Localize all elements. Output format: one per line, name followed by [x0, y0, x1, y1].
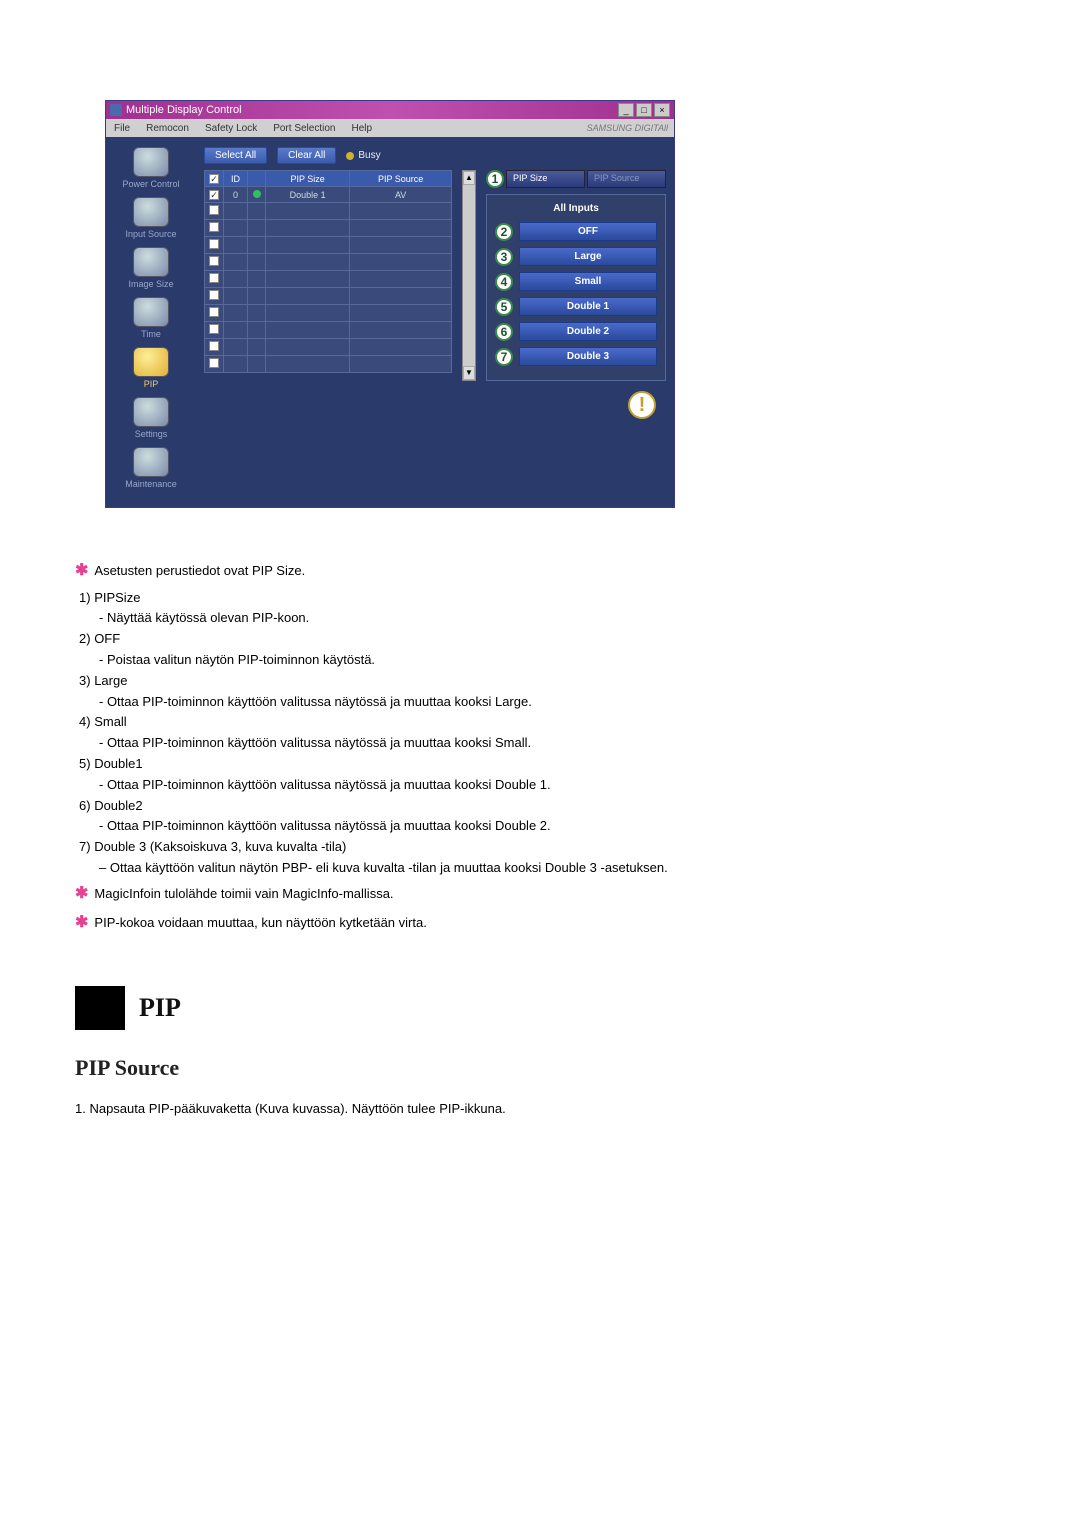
table-row[interactable]: [205, 203, 452, 220]
minimize-button[interactable]: _: [618, 103, 634, 117]
row-checkbox[interactable]: [209, 205, 219, 215]
sidebar: Power Control Input Source Image Size Ti…: [106, 137, 196, 507]
menubar: File Remocon Safety Lock Port Selection …: [106, 119, 674, 137]
option-off-button[interactable]: OFF: [519, 222, 657, 241]
table-row[interactable]: [205, 271, 452, 288]
option-double1-button[interactable]: Double 1: [519, 297, 657, 316]
callout-badge: 7: [495, 348, 513, 366]
busy-indicator: Busy: [346, 150, 380, 161]
header-checkbox[interactable]: [209, 174, 219, 184]
document-text: ✱Asetusten perustiedot ovat PIP Size. 1)…: [75, 558, 1005, 1120]
callout-badge: 3: [495, 248, 513, 266]
close-button[interactable]: ×: [654, 103, 670, 117]
warning-icon: !: [628, 391, 656, 419]
col-id: ID: [224, 171, 248, 187]
panel-header: All Inputs: [495, 203, 657, 214]
callout-badge-1: 1: [486, 170, 504, 188]
sidebar-item-pip[interactable]: PIP: [110, 347, 192, 389]
scroll-down-icon[interactable]: ▼: [463, 366, 475, 380]
section-icon: [75, 986, 125, 1030]
callout-badge: 4: [495, 273, 513, 291]
right-panel: 1 PIP Size PIP Source All Inputs 2 OFF 3L…: [486, 170, 666, 381]
star-icon: ✱: [75, 914, 88, 931]
section-heading: PIP: [75, 986, 1005, 1030]
note2: PIP-kokoa voidaan muuttaa, kun näyttöön …: [94, 915, 426, 930]
row-checkbox[interactable]: [209, 222, 219, 232]
maintenance-icon: [133, 447, 169, 477]
menu-remocon[interactable]: Remocon: [138, 123, 197, 134]
callout-badge: 2: [495, 223, 513, 241]
note1: MagicInfoin tulolähde toimii vain MagicI…: [94, 886, 393, 901]
sidebar-item-input-source[interactable]: Input Source: [110, 197, 192, 239]
table-row[interactable]: [205, 356, 452, 373]
row-checkbox[interactable]: [209, 341, 219, 351]
pip-icon: [133, 347, 169, 377]
option-double2-button[interactable]: Double 2: [519, 322, 657, 341]
scrollbar[interactable]: ▲ ▼: [462, 170, 476, 381]
input-source-icon: [133, 197, 169, 227]
row-checkbox[interactable]: [209, 273, 219, 283]
intro-text: Asetusten perustiedot ovat PIP Size.: [94, 563, 305, 578]
power-icon: [133, 147, 169, 177]
row-checkbox[interactable]: [209, 239, 219, 249]
table-row[interactable]: [205, 339, 452, 356]
menu-file[interactable]: File: [106, 123, 138, 134]
main-area: Select All Clear All Busy ID PIP Size PI…: [196, 137, 674, 507]
col-pip-source: PIP Source: [350, 171, 452, 187]
menu-safety-lock[interactable]: Safety Lock: [197, 123, 265, 134]
option-small-button[interactable]: Small: [519, 272, 657, 291]
row-checkbox[interactable]: [209, 290, 219, 300]
display-table: ID PIP Size PIP Source 0 Double 1 AV: [204, 170, 452, 381]
app-window: Multiple Display Control _ □ × File Remo…: [105, 100, 675, 508]
maximize-button[interactable]: □: [636, 103, 652, 117]
scroll-up-icon[interactable]: ▲: [463, 171, 475, 185]
row-checkbox[interactable]: [209, 307, 219, 317]
options-panel: All Inputs 2OFF 3Large 4Small 5Double 1 …: [486, 194, 666, 381]
table-row[interactable]: [205, 237, 452, 254]
sidebar-item-image-size[interactable]: Image Size: [110, 247, 192, 289]
sidebar-item-maintenance[interactable]: Maintenance: [110, 447, 192, 489]
callout-badge: 6: [495, 323, 513, 341]
row-checkbox[interactable]: [209, 190, 219, 200]
app-icon: [110, 104, 122, 116]
scroll-track[interactable]: [463, 185, 475, 366]
menu-help[interactable]: Help: [343, 123, 380, 134]
tab-pip-size[interactable]: PIP Size: [506, 170, 585, 188]
sidebar-item-settings[interactable]: Settings: [110, 397, 192, 439]
sub-heading: PIP Source: [75, 1050, 1005, 1085]
star-icon: ✱: [75, 562, 88, 579]
settings-icon: [133, 397, 169, 427]
image-size-icon: [133, 247, 169, 277]
sidebar-item-time[interactable]: Time: [110, 297, 192, 339]
app-title: Multiple Display Control: [126, 104, 242, 116]
option-large-button[interactable]: Large: [519, 247, 657, 266]
sidebar-item-power[interactable]: Power Control: [110, 147, 192, 189]
row-checkbox[interactable]: [209, 256, 219, 266]
table-row[interactable]: [205, 322, 452, 339]
brand-label: SAMSUNG DIGITAll: [587, 123, 668, 133]
table-row[interactable]: 0 Double 1 AV: [205, 187, 452, 203]
row-checkbox[interactable]: [209, 324, 219, 334]
tab-pip-source[interactable]: PIP Source: [587, 170, 666, 188]
table-row[interactable]: [205, 220, 452, 237]
star-icon: ✱: [75, 885, 88, 902]
busy-dot-icon: [346, 152, 354, 160]
section-title: PIP: [139, 987, 181, 1029]
row-checkbox[interactable]: [209, 358, 219, 368]
time-icon: [133, 297, 169, 327]
callout-badge: 5: [495, 298, 513, 316]
titlebar: Multiple Display Control _ □ ×: [106, 101, 674, 119]
paragraph: 1. Napsauta PIP-pääkuvaketta (Kuva kuvas…: [75, 1099, 1005, 1120]
table-row[interactable]: [205, 254, 452, 271]
table-row[interactable]: [205, 288, 452, 305]
col-pip-size: PIP Size: [266, 171, 350, 187]
clear-all-button[interactable]: Clear All: [277, 147, 336, 164]
status-dot-icon: [253, 190, 261, 198]
table-row[interactable]: [205, 305, 452, 322]
col-status: [248, 171, 266, 187]
menu-port-selection[interactable]: Port Selection: [265, 123, 343, 134]
option-double3-button[interactable]: Double 3: [519, 347, 657, 366]
select-all-button[interactable]: Select All: [204, 147, 267, 164]
